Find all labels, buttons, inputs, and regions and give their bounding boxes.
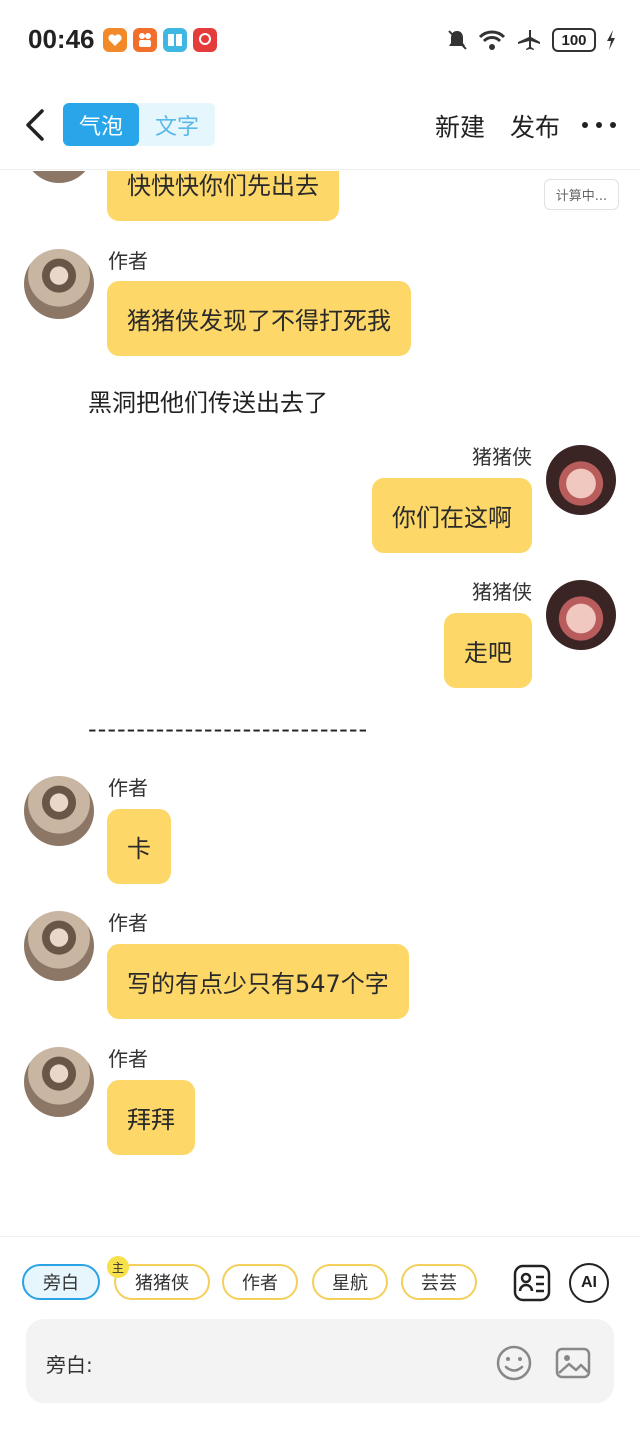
more-dot-icon — [596, 122, 602, 128]
chat-area[interactable]: 快快快你们先出去 计算中... 作者 猪猪侠发现了不得打死我 黑洞把他们传送出去… — [0, 171, 640, 1236]
image-icon[interactable] — [553, 1343, 593, 1383]
role-chip-author[interactable]: 作者 — [222, 1264, 298, 1300]
message-bubble[interactable]: 你们在这啊 — [372, 478, 532, 553]
composer-panel: 旁白 猪猪侠 主 作者 星航 芸芸 AI 旁白: — [0, 1236, 640, 1429]
message-bubble[interactable]: 走吧 — [444, 613, 532, 688]
back-button[interactable] — [16, 102, 56, 148]
speaker-name: 作者 — [108, 776, 148, 800]
narration-text[interactable]: 黑洞把他们传送出去了 — [88, 383, 328, 418]
speaker-name: 作者 — [108, 1047, 148, 1071]
role-chip-yunyun[interactable]: 芸芸 — [401, 1264, 477, 1300]
shopping-app-icon — [193, 28, 217, 52]
airplane-icon — [518, 30, 540, 50]
role-card-icon[interactable] — [512, 1263, 552, 1303]
chevron-left-icon — [26, 109, 44, 141]
calculating-badge: 计算中... — [544, 179, 619, 210]
editor-header: 气泡 文字 新建 发布 — [0, 80, 640, 170]
message-bubble[interactable]: 卡 — [107, 809, 171, 884]
tab-text[interactable]: 文字 — [139, 103, 215, 146]
input-role-label: 旁白: — [46, 1353, 93, 1377]
book-app-icon — [163, 28, 187, 52]
message-input[interactable]: 旁白: — [26, 1319, 614, 1403]
ai-button[interactable]: AI — [569, 1263, 609, 1303]
status-time: 00:46 — [28, 24, 95, 54]
avatar[interactable] — [546, 445, 616, 515]
avatar[interactable] — [24, 171, 94, 183]
role-chip-xinghang[interactable]: 星航 — [312, 1264, 388, 1300]
speaker-name: 猪猪侠 — [472, 580, 532, 604]
charging-icon — [607, 30, 615, 50]
new-button[interactable]: 新建 — [435, 108, 485, 144]
mute-notification-icon — [448, 30, 467, 50]
message-bubble[interactable]: 猪猪侠发现了不得打死我 — [107, 281, 411, 356]
role-chip-narration[interactable]: 旁白 — [22, 1264, 100, 1300]
host-badge: 主 — [107, 1256, 129, 1278]
avatar[interactable] — [24, 1047, 94, 1117]
speaker-name: 作者 — [108, 911, 148, 935]
heart-app-icon — [103, 28, 127, 52]
battery-indicator: 100 — [552, 28, 596, 52]
kuaishou-app-icon — [133, 28, 157, 52]
status-bar: 00:46 100 — [0, 0, 640, 80]
more-dot-icon — [582, 122, 588, 128]
message-bubble[interactable]: 快快快你们先出去 — [107, 171, 339, 221]
more-dot-icon — [610, 122, 616, 128]
avatar[interactable] — [24, 776, 94, 846]
tab-bubble[interactable]: 气泡 — [63, 103, 139, 146]
mode-toggle: 气泡 文字 — [63, 103, 215, 146]
avatar[interactable] — [24, 249, 94, 319]
avatar[interactable] — [546, 580, 616, 650]
narration-divider[interactable]: ----------------------------- — [88, 715, 368, 743]
speaker-name: 作者 — [108, 249, 148, 273]
avatar[interactable] — [24, 911, 94, 981]
message-bubble[interactable]: 拜拜 — [107, 1080, 195, 1155]
more-menu-button[interactable] — [582, 110, 616, 140]
status-icons: 100 — [446, 26, 616, 54]
emoji-icon[interactable] — [494, 1343, 534, 1383]
speaker-name: 猪猪侠 — [472, 445, 532, 469]
wifi-icon — [478, 30, 506, 50]
publish-button[interactable]: 发布 — [510, 108, 560, 144]
message-bubble[interactable]: 写的有点少只有547个字 — [107, 944, 409, 1019]
